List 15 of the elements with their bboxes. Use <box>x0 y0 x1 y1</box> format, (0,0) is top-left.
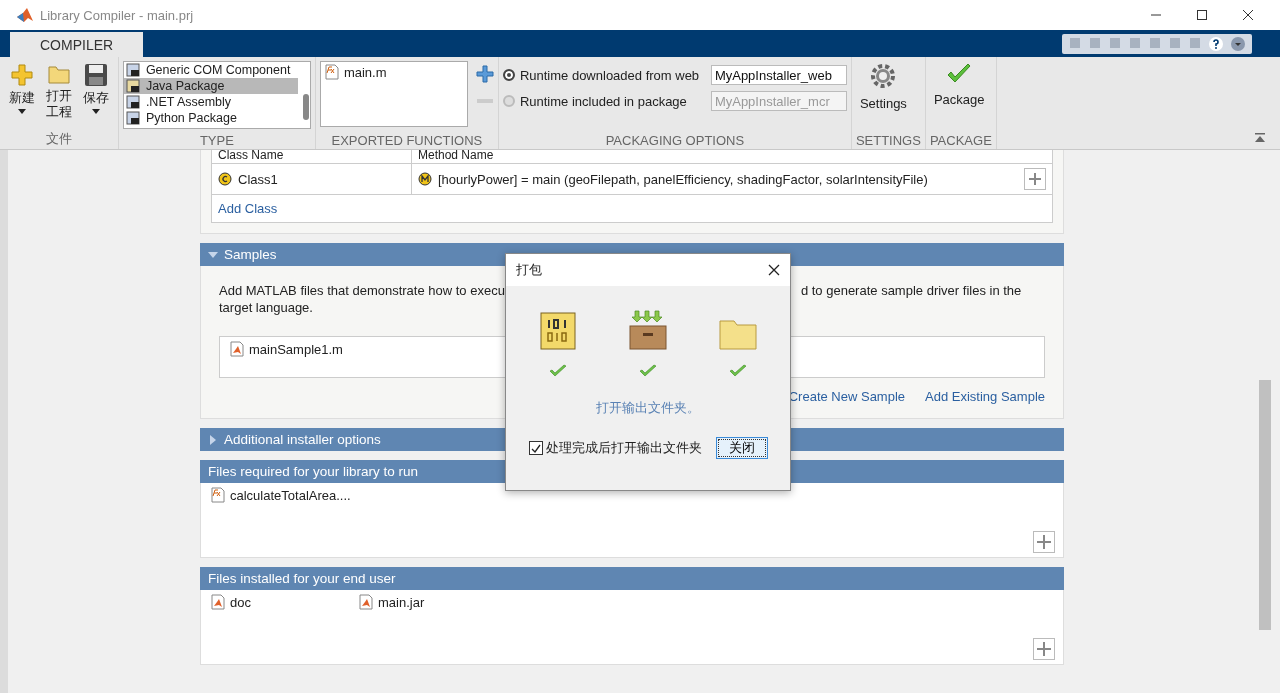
group-label: SETTINGS <box>855 133 921 149</box>
window-title: Library Compiler - main.prj <box>40 7 194 23</box>
column-header: Method Name <box>417 150 495 163</box>
radio-label: Runtime downloaded from web <box>519 67 701 83</box>
group-label: TYPE <box>198 133 235 149</box>
column-header: Class Name <box>212 150 412 163</box>
dialog-title: 打包 <box>516 261 542 279</box>
method-signature: [hourlyPower] = main (geoFilepath, panelEfficiency, shadingFactor, solarIntensityFile) <box>438 171 928 187</box>
description-text: Add MATLAB files that demonstrate how to execu d to generate sample driver files in the target language. <box>219 282 1023 316</box>
group-label: PACKAGING OPTIONS <box>604 133 746 149</box>
group-label: 文件 <box>44 130 73 148</box>
group-label: PACKAGE <box>929 133 992 149</box>
class-name: Class1 <box>238 171 278 187</box>
group-label: EXPORTED FUNCTIONS <box>330 133 484 149</box>
radio-label: Runtime included in package <box>519 93 688 109</box>
